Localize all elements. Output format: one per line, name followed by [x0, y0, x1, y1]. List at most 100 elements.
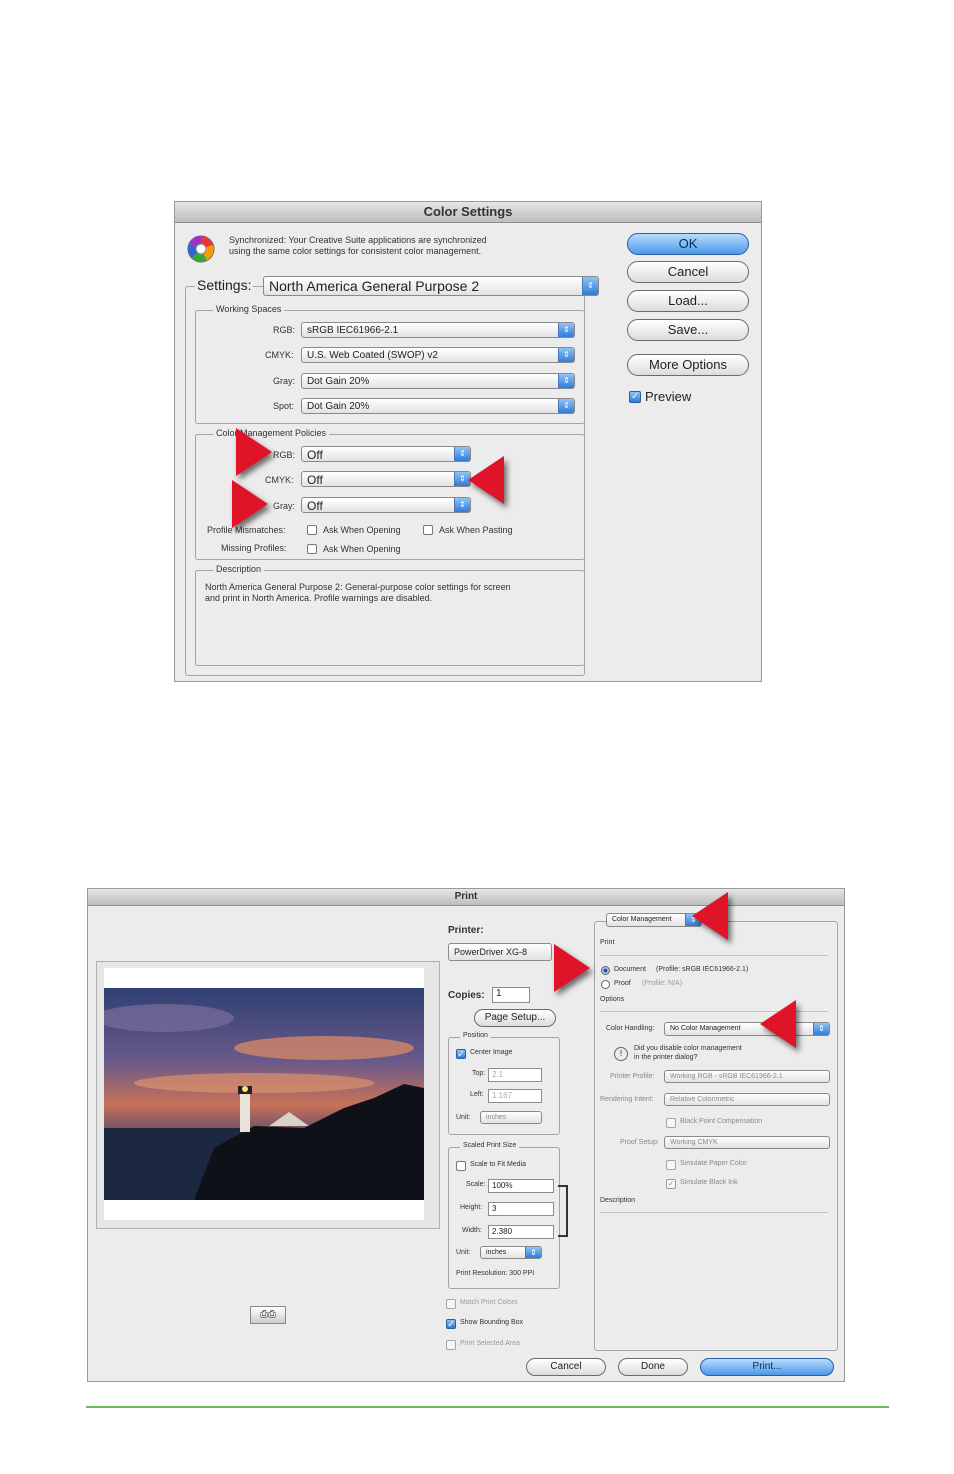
chevron-updown-icon: ⇕	[582, 277, 598, 295]
sim-paper-checkbox[interactable]	[666, 1160, 676, 1170]
position-label: Position	[460, 1032, 491, 1039]
height-field[interactable]: 3	[488, 1202, 554, 1216]
link-bracket-icon[interactable]	[558, 1185, 568, 1237]
load-button-label: Load...	[668, 293, 708, 308]
color-settings-titlebar: Color Settings	[175, 202, 761, 223]
panel-menu-value: Color Management	[612, 916, 672, 923]
sim-black-checkbox[interactable]: ✓	[666, 1179, 676, 1189]
center-image-checkbox[interactable]: ✓	[456, 1049, 466, 1059]
settings-select[interactable]: North America General Purpose 2 ⇕	[263, 276, 599, 296]
scale-to-fit-label: Scale to Fit Media	[470, 1161, 527, 1168]
description-divider	[600, 1212, 828, 1213]
printer-value: PowerDriver XG-8	[454, 947, 528, 957]
sim-paper-label: Simulate Paper Color	[680, 1160, 747, 1167]
ask-opening-label: Ask When Opening	[323, 525, 401, 535]
warning-icon: !	[614, 1047, 628, 1061]
left-field[interactable]: 1.167	[488, 1089, 542, 1103]
print-title: Print	[454, 891, 478, 902]
scaled-unit-select[interactable]: inches ⇕	[480, 1246, 542, 1259]
ws-cmyk-select[interactable]: U.S. Web Coated (SWOP) v2 ⇕	[301, 347, 575, 363]
annotation-arrow-rgb	[236, 428, 272, 476]
page-setup-button[interactable]: Page Setup...	[474, 1009, 556, 1027]
description-line1: North America General Purpose 2: General…	[205, 582, 511, 592]
preview-toggle-icons[interactable]: ⎙⎙	[250, 1306, 286, 1324]
more-options-button[interactable]: More Options	[627, 354, 749, 376]
ws-spot-select[interactable]: Dot Gain 20% ⇕	[301, 398, 575, 414]
ws-rgb-label: RGB:	[273, 325, 296, 335]
rendering-value: Relative Colorimetric	[670, 1096, 735, 1103]
scale-field[interactable]: 100%	[488, 1179, 554, 1193]
print-cancel-button[interactable]: Cancel	[526, 1358, 606, 1376]
panel-description-label: Description	[600, 1197, 636, 1204]
print-button[interactable]: Print...	[700, 1358, 834, 1376]
height-label: Height:	[460, 1204, 483, 1211]
color-handling-select[interactable]: No Color Management ⇕	[664, 1022, 830, 1036]
policy-rgb-select[interactable]: Off ⇕	[301, 446, 471, 462]
top-field[interactable]: 2.1	[488, 1068, 542, 1082]
ok-button[interactable]: OK	[627, 233, 749, 255]
load-button[interactable]: Load...	[627, 290, 749, 312]
policy-cmyk-value: Off	[307, 473, 323, 487]
sync-text-line2: using the same color settings for consis…	[229, 246, 482, 256]
sim-black-label: Simulate Black Ink	[680, 1179, 738, 1186]
show-bbox-checkbox[interactable]: ✓	[446, 1319, 456, 1329]
preview-checkbox[interactable]: ✓	[629, 391, 641, 403]
color-handling-label: Color Handling:	[606, 1025, 655, 1032]
ask-pasting-checkbox[interactable]	[423, 525, 433, 535]
print-selected-checkbox[interactable]	[446, 1340, 456, 1350]
bpc-label: Black Point Compensation	[680, 1118, 763, 1125]
lighthouse-photo	[104, 988, 424, 1200]
rendering-select[interactable]: Relative Colorimetric	[664, 1093, 830, 1106]
ws-rgb-select[interactable]: sRGB IEC61966-2.1 ⇕	[301, 322, 575, 338]
top-label: Top:	[472, 1070, 486, 1077]
annotation-arrow-color-handling	[760, 1000, 796, 1048]
proof-radio[interactable]	[601, 980, 610, 989]
color-settings-title: Color Settings	[423, 204, 513, 219]
page-divider	[86, 1406, 889, 1408]
save-button-label: Save...	[667, 322, 709, 337]
panel-menu-select[interactable]: Color Management ⇕	[606, 913, 702, 927]
chevron-updown-icon: ⇕	[525, 1247, 541, 1258]
more-options-label: More Options	[648, 357, 728, 372]
center-image-label: Center Image	[470, 1049, 513, 1056]
position-unit-label: Unit:	[456, 1114, 471, 1121]
color-wheel-icon	[187, 235, 215, 263]
warning-line1: Did you disable color management	[634, 1045, 742, 1052]
proof-setup-select[interactable]: Working CMYK	[664, 1136, 830, 1149]
scale-to-fit-checkbox[interactable]	[456, 1161, 466, 1171]
settings-select-value: North America General Purpose 2	[269, 278, 480, 294]
print-done-button[interactable]: Done	[618, 1358, 688, 1376]
annotation-arrow-gray	[232, 480, 268, 528]
policy-cmyk-select[interactable]: Off ⇕	[301, 471, 471, 487]
printer-profile-select[interactable]: Working RGB - sRGB IEC61966-2.1	[664, 1070, 830, 1083]
proof-setup-label: Proof Setup:	[620, 1139, 659, 1146]
save-button[interactable]: Save...	[627, 319, 749, 341]
description-label: Description	[213, 564, 265, 574]
print-preview-frame	[96, 961, 440, 1229]
ask-opening-checkbox[interactable]	[307, 525, 317, 535]
policy-gray-select[interactable]: Off ⇕	[301, 497, 471, 513]
ask-opening-missing-checkbox[interactable]	[307, 544, 317, 554]
width-field[interactable]: 2.380	[488, 1225, 554, 1239]
printer-select[interactable]: PowerDriver XG-8	[448, 943, 552, 961]
print-button-label: Print...	[752, 1361, 782, 1372]
ws-gray-select[interactable]: Dot Gain 20% ⇕	[301, 373, 575, 389]
working-spaces-label: Working Spaces	[213, 304, 285, 314]
rendering-label: Rendering Intent:	[600, 1096, 654, 1103]
ask-opening-missing-label: Ask When Opening	[323, 544, 401, 554]
position-unit-select[interactable]: inches	[480, 1111, 542, 1124]
document-radio[interactable]	[601, 966, 610, 975]
cancel-button[interactable]: Cancel	[627, 261, 749, 283]
print-dialog: Print ⎙⎙ Printer: PowerDriver XG-8 Copie…	[87, 888, 845, 1382]
match-colors-checkbox[interactable]	[446, 1299, 456, 1309]
bpc-checkbox[interactable]	[666, 1118, 676, 1128]
settings-label: Settings:	[195, 277, 254, 293]
document-profile: (Profile: sRGB IEC61966-2.1)	[656, 966, 749, 973]
printer-label: Printer:	[448, 925, 484, 936]
ws-spot-label: Spot:	[273, 401, 295, 411]
copies-field[interactable]: 1	[492, 987, 530, 1003]
ws-rgb-value: sRGB IEC61966-2.1	[307, 325, 399, 336]
print-section-label: Print	[600, 939, 615, 946]
chevron-updown-icon: ⇕	[558, 323, 574, 337]
print-resolution: Print Resolution: 300 PPI	[456, 1270, 535, 1277]
